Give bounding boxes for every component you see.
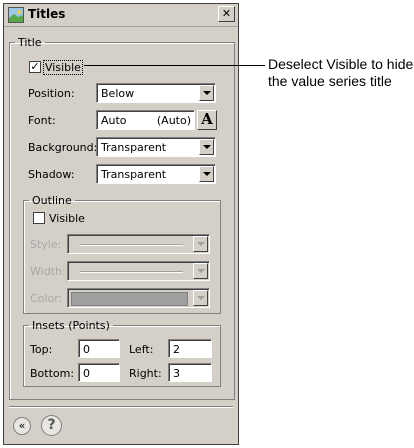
- checkmark-icon: ✓: [30, 60, 40, 73]
- insets-group-legend: Insets (Points): [32, 319, 110, 332]
- double-chevron-left-icon: «: [18, 419, 26, 432]
- outline-color-select[interactable]: [67, 288, 210, 308]
- title-visible-checkbox[interactable]: ✓: [29, 61, 41, 73]
- color-swatch: [71, 292, 188, 306]
- font-icon: A: [201, 110, 213, 128]
- inset-bottom-field[interactable]: 0: [78, 363, 120, 382]
- inset-left-label: Left:: [129, 343, 154, 356]
- inset-top-field[interactable]: 0: [78, 339, 120, 358]
- chevron-down-icon[interactable]: [199, 139, 214, 155]
- outline-width-label: Width:: [30, 265, 66, 278]
- outline-style-label: Style:: [30, 238, 62, 251]
- shadow-value: Transparent: [101, 168, 167, 181]
- app-icon: [8, 7, 24, 23]
- help-icon: ?: [47, 417, 56, 433]
- close-icon: ✕: [221, 7, 232, 20]
- shadow-select[interactable]: Transparent: [96, 164, 216, 184]
- font-dialog-button[interactable]: A: [197, 110, 217, 130]
- line-style-preview: [80, 244, 183, 246]
- position-value: Below: [101, 87, 135, 100]
- shadow-label: Shadow:: [28, 168, 75, 181]
- outline-style-select[interactable]: [67, 234, 210, 254]
- inset-right-field[interactable]: 3: [168, 363, 212, 382]
- callout-leader-line: [84, 65, 265, 66]
- inset-left-field[interactable]: 2: [168, 339, 212, 358]
- position-select[interactable]: Below: [96, 83, 216, 103]
- inset-right-label: Right:: [129, 367, 162, 380]
- inset-top-label: Top:: [30, 343, 53, 356]
- font-size-value: (Auto): [156, 114, 191, 127]
- position-label: Position:: [28, 87, 75, 100]
- font-label: Font:: [28, 114, 56, 127]
- help-button[interactable]: ?: [41, 415, 62, 436]
- outline-visible-label[interactable]: Visible: [49, 212, 85, 225]
- outline-width-select[interactable]: [67, 261, 210, 281]
- font-value: Auto: [101, 114, 127, 127]
- chevron-down-icon[interactable]: [193, 290, 208, 306]
- chevron-down-icon[interactable]: [199, 85, 214, 101]
- collapse-button[interactable]: «: [13, 417, 31, 435]
- titles-dialog: Titles ✕ Title ✓ Visible Position: Below…: [3, 3, 239, 445]
- dialog-title: Titles: [28, 7, 66, 21]
- line-width-preview: [80, 271, 183, 273]
- chevron-down-icon[interactable]: [199, 166, 214, 182]
- background-value: Transparent: [101, 141, 167, 154]
- background-label: Background:: [28, 141, 98, 154]
- close-button[interactable]: ✕: [218, 6, 235, 22]
- inset-bottom-label: Bottom:: [30, 367, 75, 380]
- background-select[interactable]: Transparent: [96, 137, 216, 157]
- title-group-legend: Title: [18, 36, 42, 49]
- callout-annotation: Deselect Visible to hide the value serie…: [268, 56, 414, 89]
- title-visible-label[interactable]: Visible: [43, 60, 83, 75]
- outline-group-legend: Outline: [32, 194, 72, 207]
- font-field[interactable]: Auto (Auto): [96, 110, 195, 130]
- chevron-down-icon[interactable]: [193, 236, 208, 252]
- title-bar: Titles ✕: [4, 4, 238, 27]
- footer-divider: [9, 406, 233, 408]
- outline-color-label: Color:: [30, 292, 63, 305]
- chevron-down-icon[interactable]: [193, 263, 208, 279]
- outline-visible-checkbox[interactable]: [33, 212, 45, 224]
